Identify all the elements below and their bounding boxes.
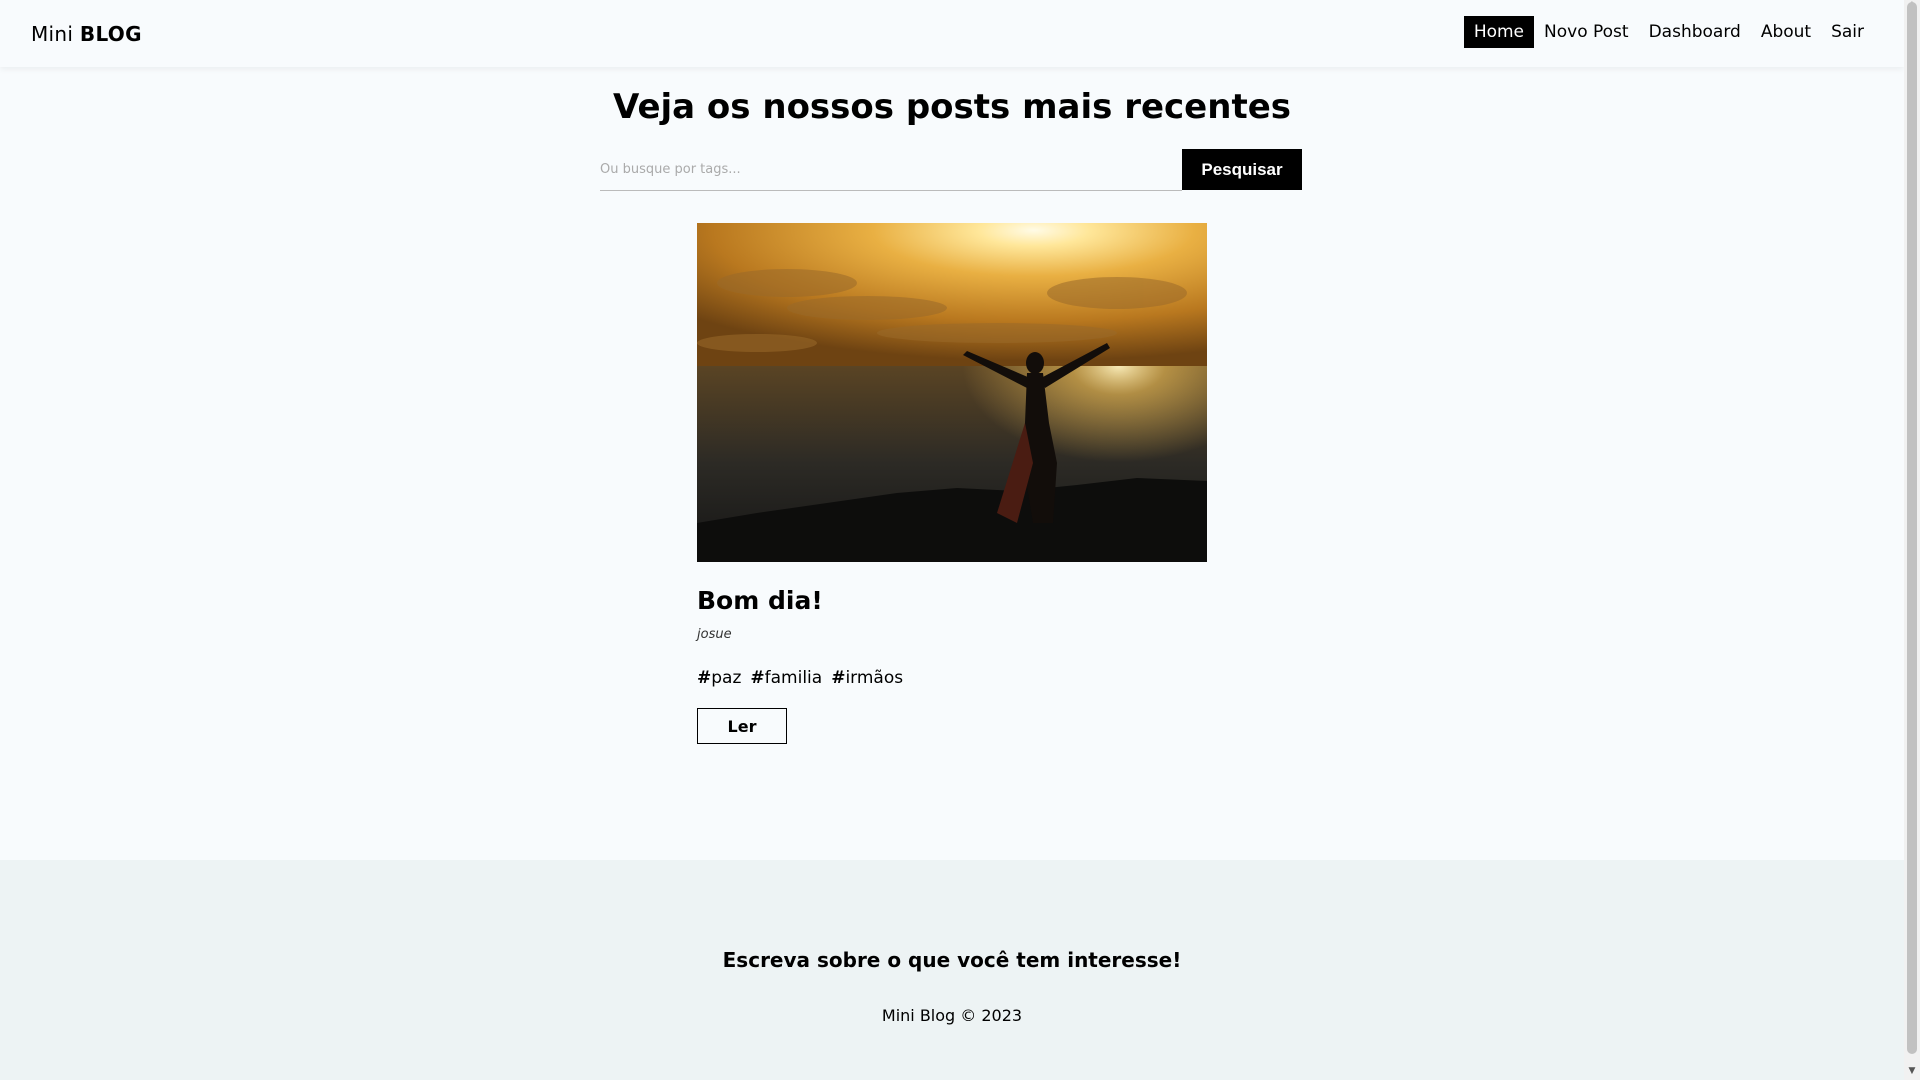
read-button[interactable]: Ler	[697, 708, 787, 744]
tag-label: familia	[764, 668, 823, 688]
vertical-scrollbar[interactable]: ▲ ▼	[1904, 0, 1920, 1080]
nav-links: Home Novo Post Dashboard About Sair	[1463, 16, 1874, 48]
post-title: Bom dia!	[697, 586, 823, 615]
nav-sair[interactable]: Sair	[1821, 16, 1874, 48]
post-image	[697, 223, 1207, 562]
search-input[interactable]	[600, 149, 1182, 191]
tag-label: paz	[711, 668, 742, 688]
search-form: Pesquisar	[600, 149, 1302, 191]
nav-novo-post[interactable]: Novo Post	[1534, 16, 1639, 48]
tag-hash: #	[831, 668, 846, 688]
page: Mini BLOG Home Novo Post Dashboard About…	[0, 0, 1904, 1080]
nav-about[interactable]: About	[1751, 16, 1821, 48]
brand-light: Mini	[31, 22, 80, 46]
scroll-down-icon[interactable]: ▼	[1904, 1066, 1920, 1080]
tag-hash: #	[697, 668, 712, 688]
tag-label: irmãos	[845, 668, 904, 688]
page-title: Veja os nossos posts mais recentes	[612, 87, 1291, 127]
navbar: Mini BLOG Home Novo Post Dashboard About…	[0, 0, 1904, 67]
footer-tagline: Escreva sobre o que você tem interesse!	[722, 948, 1182, 972]
search-button[interactable]: Pesquisar	[1182, 149, 1302, 190]
tag-irmaos: #irmãos	[831, 668, 903, 688]
post-card: Bom dia! josue #paz #familia #irmãos Ler	[697, 223, 1207, 744]
post-author: josue	[697, 627, 732, 642]
brand-logo[interactable]: Mini BLOG	[31, 22, 142, 46]
footer: Escreva sobre o que você tem interesse! …	[0, 860, 1904, 1080]
post-tags: #paz #familia #irmãos	[697, 668, 1207, 688]
nav-dashboard[interactable]: Dashboard	[1639, 16, 1751, 48]
tag-paz: #paz	[697, 668, 741, 688]
main-content: Veja os nossos posts mais recentes Pesqu…	[0, 67, 1904, 860]
footer-copyright: Mini Blog © 2023	[881, 1006, 1023, 1025]
brand-bold: BLOG	[79, 22, 142, 46]
scroll-thumb[interactable]	[1907, 2, 1917, 1054]
tag-familia: #familia	[750, 668, 822, 688]
tag-hash: #	[750, 668, 765, 688]
nav-home[interactable]: Home	[1463, 16, 1535, 48]
